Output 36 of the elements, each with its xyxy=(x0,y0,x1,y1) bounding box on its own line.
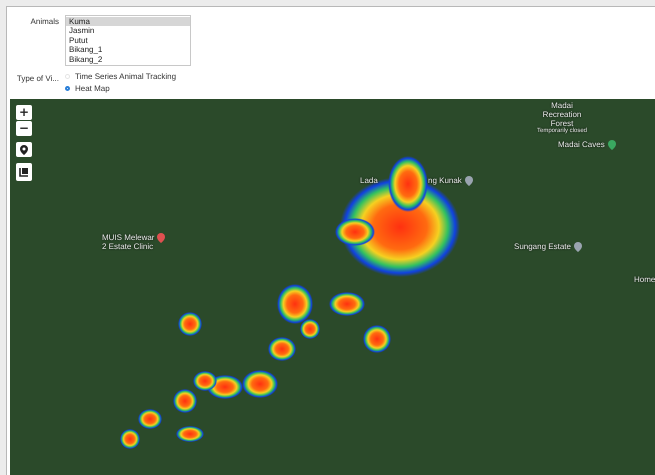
heat-spot xyxy=(178,312,202,336)
map-pin-icon xyxy=(608,140,616,150)
map-place-label: Sungang Estate xyxy=(514,242,571,252)
zoom-in-button[interactable]: + xyxy=(16,105,32,120)
list-item[interactable]: Putut xyxy=(66,36,190,46)
map-place-label: Lada xyxy=(360,176,378,186)
radio-button[interactable] xyxy=(65,86,70,92)
radio-label: Heat Map xyxy=(75,84,110,94)
map-pin-icon xyxy=(157,233,166,244)
list-item[interactable]: Bikang_2 xyxy=(66,54,190,64)
location-button[interactable] xyxy=(16,142,32,158)
radio-label: Time Series Animal Tracking xyxy=(75,72,176,82)
list-item[interactable]: Jasmin xyxy=(66,26,190,36)
field-label: Type of Vi... xyxy=(16,73,59,84)
heat-spot xyxy=(329,292,365,316)
field-label: Animals xyxy=(30,16,59,26)
pin-icon xyxy=(20,144,28,155)
layers-button[interactable] xyxy=(16,163,32,182)
map-place-label: Home xyxy=(634,275,655,284)
map-pin-icon xyxy=(464,176,473,186)
heat-spot xyxy=(173,389,197,414)
heat-spot xyxy=(138,409,162,430)
zoom-out-button[interactable]: − xyxy=(16,121,32,136)
heat-spot xyxy=(363,325,391,354)
map-pin-icon xyxy=(574,242,582,252)
map-place-label: MUIS Melewar 2 Estate Clinic xyxy=(102,233,154,252)
animal-listbox[interactable]: Kuma Jasmin Putut Bikang_1 Bikang_2 xyxy=(65,15,191,66)
list-item[interactable]: Kuma xyxy=(66,17,190,26)
heat-spot xyxy=(242,370,278,398)
map-place-label: ng Kunak xyxy=(428,176,462,186)
list-item[interactable]: Bikang_1 xyxy=(66,45,190,55)
square-icon xyxy=(19,167,29,178)
heat-spot xyxy=(268,337,296,362)
heat-spot xyxy=(120,429,140,450)
heat-spot xyxy=(176,426,204,442)
map-place-label: Madai Caves xyxy=(558,140,605,150)
